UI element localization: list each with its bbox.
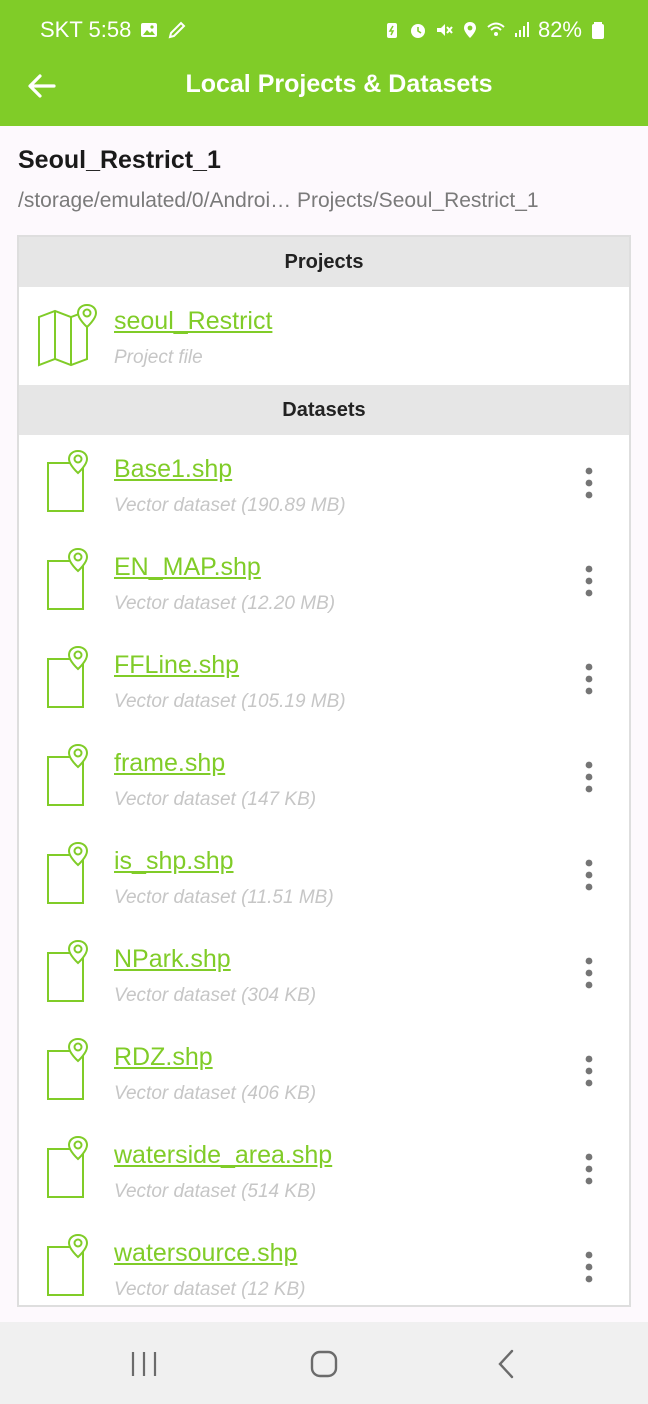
- more-vert-icon[interactable]: [577, 1051, 601, 1091]
- home-icon[interactable]: [304, 1348, 344, 1380]
- app-bar: SKT 5:58 82% Local Projects & Datasets: [0, 0, 648, 126]
- file-pin-icon: [47, 743, 89, 806]
- dataset-subtitle: Vector dataset (514 KB): [114, 1181, 317, 1202]
- file-pin-icon: [47, 1037, 89, 1100]
- dataset-subtitle: Vector dataset (406 KB): [114, 1083, 317, 1104]
- battery-icon: [592, 22, 604, 39]
- more-vert-icon[interactable]: [577, 757, 601, 797]
- dataset-subtitle: Vector dataset (12 KB): [114, 1279, 306, 1300]
- more-vert-icon[interactable]: [577, 855, 601, 895]
- dataset-name-link[interactable]: RDZ.shp: [114, 1043, 213, 1072]
- dataset-row[interactable]: frame.shp Vector dataset (147 KB): [19, 729, 629, 827]
- arrow-left-icon[interactable]: [24, 68, 60, 104]
- dataset-name-link[interactable]: Base1.shp: [114, 455, 232, 484]
- dataset-row[interactable]: EN_MAP.shp Vector dataset (12.20 MB): [19, 533, 629, 631]
- more-vert-icon[interactable]: [577, 1247, 601, 1287]
- dataset-subtitle: Vector dataset (105.19 MB): [114, 691, 346, 712]
- dataset-row[interactable]: is_shp.shp Vector dataset (11.51 MB): [19, 827, 629, 925]
- more-vert-icon[interactable]: [577, 463, 601, 503]
- file-pin-icon: [47, 547, 89, 610]
- dataset-name-link[interactable]: watersource.shp: [114, 1239, 297, 1268]
- battery-percent: 82%: [537, 17, 582, 42]
- dataset-subtitle: Vector dataset (304 KB): [114, 985, 317, 1006]
- system-nav-bar: [0, 1322, 648, 1404]
- dataset-subtitle: Vector dataset (12.20 MB): [114, 593, 336, 614]
- dataset-subtitle: Vector dataset (11.51 MB): [114, 887, 334, 908]
- more-vert-icon[interactable]: [577, 561, 601, 601]
- project-path: /storage/emulated/0/Androi… Projects/Seo…: [18, 189, 539, 212]
- dataset-subtitle: Vector dataset (190.89 MB): [114, 495, 346, 516]
- image-icon: [141, 23, 158, 37]
- dataset-subtitle: Vector dataset (147 KB): [114, 789, 317, 810]
- more-vert-icon[interactable]: [577, 659, 601, 699]
- dataset-name-link[interactable]: FFLine.shp: [114, 651, 239, 680]
- dataset-row[interactable]: FFLine.shp Vector dataset (105.19 MB): [19, 631, 629, 729]
- dataset-row[interactable]: waterside_area.shp Vector dataset (514 KB…: [19, 1121, 629, 1219]
- mute-icon: [436, 24, 453, 36]
- project-name: Seoul_Restrict_1: [18, 146, 221, 174]
- dataset-name-link[interactable]: EN_MAP.shp: [114, 553, 261, 582]
- dataset-row[interactable]: watersource.shp Vector dataset (12 KB): [19, 1219, 629, 1305]
- project-row[interactable]: seoul_Restrict Project file: [19, 287, 629, 385]
- recent-apps-icon[interactable]: [124, 1348, 164, 1380]
- dataset-list: Base1.shp Vector dataset (190.89 MB) EN_MA…: [19, 435, 629, 1305]
- map-pin-icon: [38, 303, 98, 367]
- dataset-row[interactable]: RDZ.shp Vector dataset (406 KB): [19, 1023, 629, 1121]
- back-icon[interactable]: [486, 1348, 526, 1380]
- carrier-time: SKT 5:58: [40, 17, 132, 42]
- section-header-datasets: Datasets: [19, 385, 629, 435]
- dataset-name-link[interactable]: is_shp.shp: [114, 847, 234, 876]
- file-pin-icon: [47, 449, 89, 512]
- dataset-name-link[interactable]: waterside_area.shp: [114, 1141, 332, 1170]
- section-header-projects: Projects: [19, 237, 629, 287]
- more-vert-icon[interactable]: [577, 1149, 601, 1189]
- file-pin-icon: [47, 1233, 89, 1296]
- file-pin-icon: [47, 645, 89, 708]
- more-vert-icon[interactable]: [577, 953, 601, 993]
- page-title: Local Projects & Datasets: [185, 70, 493, 98]
- dataset-name-link[interactable]: NPark.shp: [114, 945, 231, 974]
- project-name-link[interactable]: seoul_Restrict: [114, 307, 272, 336]
- alarm-icon: [410, 24, 425, 38]
- location-icon: [463, 22, 476, 38]
- dataset-row[interactable]: NPark.shp Vector dataset (304 KB): [19, 925, 629, 1023]
- file-pin-icon: [47, 939, 89, 1002]
- project-subtitle: Project file: [114, 347, 203, 368]
- dataset-name-link[interactable]: frame.shp: [114, 749, 225, 778]
- status-bar: SKT 5:58 82%: [0, 0, 648, 58]
- pencil-icon: [168, 21, 186, 39]
- content-panel: Projects seoul_Restrict Project file Dat…: [17, 235, 631, 1307]
- signal-icon: [514, 22, 529, 37]
- battery-saver-icon: [386, 23, 397, 38]
- toolbar: Local Projects & Datasets: [0, 58, 648, 126]
- dataset-row[interactable]: Base1.shp Vector dataset (190.89 MB): [19, 435, 629, 533]
- file-pin-icon: [47, 841, 89, 904]
- wifi-icon: [487, 22, 505, 36]
- file-pin-icon: [47, 1135, 89, 1198]
- project-header: Seoul_Restrict_1 /storage/emulated/0/And…: [18, 146, 630, 213]
